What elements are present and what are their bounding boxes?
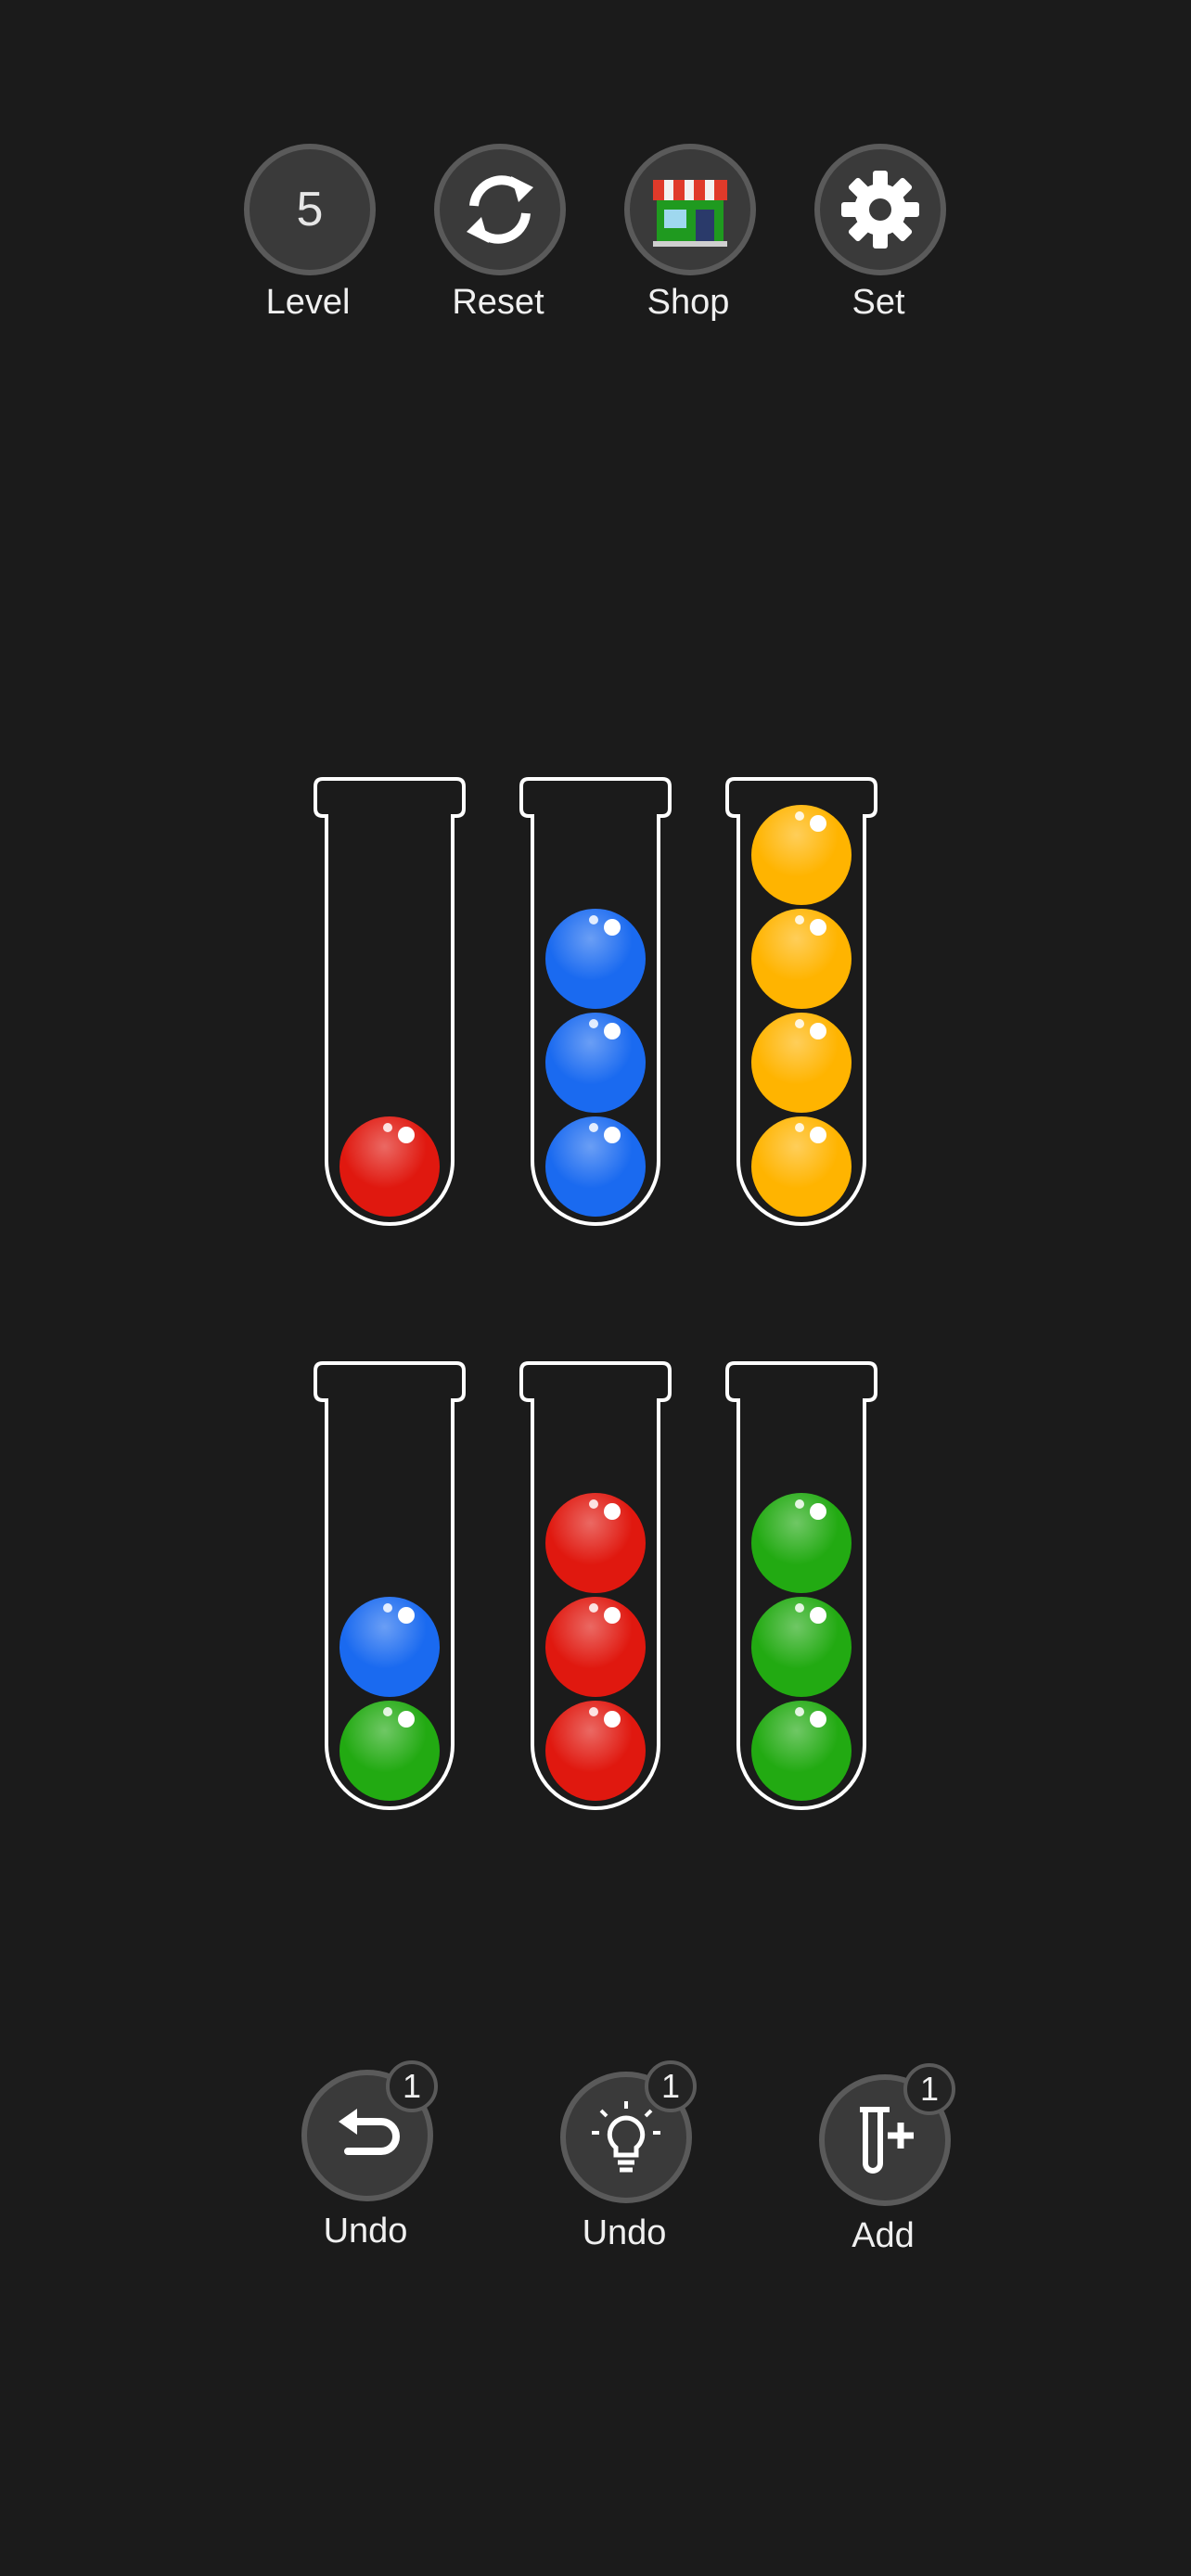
tube[interactable] (725, 1361, 877, 1810)
tube[interactable] (314, 1361, 466, 1810)
ball-green (339, 1701, 440, 1801)
tube[interactable] (519, 777, 672, 1226)
undo-count-badge: 1 (386, 2060, 438, 2112)
ball-green (751, 1597, 852, 1697)
ball-yellow (751, 1013, 852, 1113)
ball-red (339, 1116, 440, 1217)
add-tube-label: Add (852, 2216, 915, 2255)
hint-count-badge: 1 (645, 2060, 697, 2112)
add-tube-count-badge: 1 (903, 2063, 955, 2115)
hint-label: Undo (582, 2213, 667, 2252)
ball-green (751, 1493, 852, 1593)
ball-blue (545, 1013, 646, 1113)
tube[interactable] (725, 777, 877, 1226)
ball-yellow (751, 805, 852, 905)
add-tube-icon (860, 2107, 914, 2174)
ball-blue (545, 1116, 646, 1217)
tube[interactable] (314, 777, 466, 1226)
ball-blue (545, 909, 646, 1009)
ball-blue (339, 1597, 440, 1697)
ball-yellow (751, 909, 852, 1009)
lightbulb-icon (592, 2101, 660, 2173)
ball-yellow (751, 1116, 852, 1217)
ball-green (751, 1701, 852, 1801)
ball-red (545, 1597, 646, 1697)
undo-label: Undo (323, 2212, 408, 2251)
tube[interactable] (519, 1361, 672, 1810)
ball-red (545, 1701, 646, 1801)
ball-red (545, 1493, 646, 1593)
